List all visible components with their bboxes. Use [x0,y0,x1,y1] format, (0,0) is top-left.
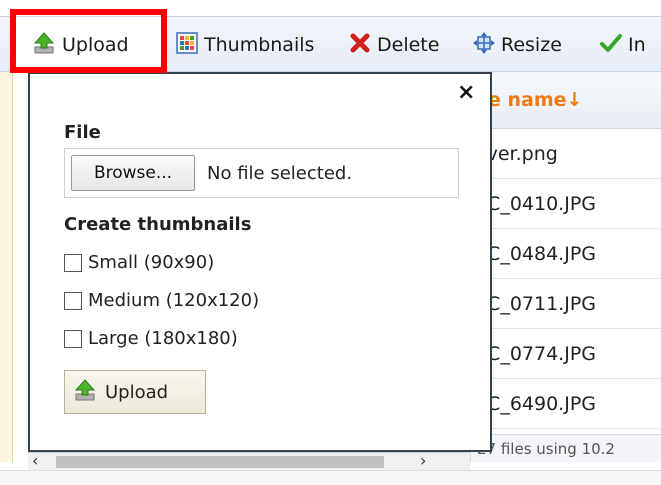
resize-icon [473,31,495,59]
small-thumbnail-option[interactable]: Small (90x90) [64,252,214,273]
large-label: Large (180x180) [88,328,238,349]
thumbnails-label: Thumbnails [204,34,315,56]
close-icon[interactable]: × [457,80,475,105]
delete-button[interactable]: Delete [349,17,439,73]
small-label: Small (90x90) [88,252,215,273]
insert-label: In [628,34,646,56]
medium-label: Medium (120x120) [88,290,260,311]
large-thumbnail-option[interactable]: Large (180x180) [64,328,238,349]
file-row[interactable]: SC_0711.JPG [471,279,661,329]
upload-button[interactable]: Upload [16,17,164,73]
no-file-text: No file selected. [207,162,353,184]
upload-arrow-icon [32,31,56,60]
delete-label: Delete [377,34,440,56]
file-row[interactable]: SC_6490.JPG [471,379,661,429]
insert-button[interactable]: In [600,17,646,73]
thumbnails-button[interactable]: Thumbnails [176,17,314,73]
popup-upload-button[interactable]: Upload [64,370,206,414]
horizontal-scrollbar[interactable]: ‹ › [28,451,470,471]
upload-popup: × File Browse... No file selected. Creat… [28,72,492,452]
medium-checkbox[interactable] [64,291,82,310]
file-list: ile name↓ over.png SC_0410.JPG SC_0484.J… [470,72,661,462]
popup-upload-label: Upload [105,381,169,403]
file-name-column-header[interactable]: ile name↓ [471,72,661,129]
browse-button[interactable]: Browse... [71,155,195,191]
checkmark-icon [600,32,622,59]
scroll-right-icon[interactable]: › [420,451,426,470]
file-row[interactable]: SC_0484.JPG [471,229,661,279]
resize-button[interactable]: Resize [473,17,562,73]
create-thumbnails-label: Create thumbnails [64,214,252,235]
left-panel-edge [0,72,13,462]
bottom-bar [0,470,661,485]
grid-icon [176,31,198,59]
medium-thumbnail-option[interactable]: Medium (120x120) [64,290,259,311]
toolbar: Upload Thumbnails Delete Resize In [0,16,661,73]
large-checkbox[interactable] [64,329,82,348]
x-icon [349,32,371,59]
file-count-status: 27 files using 10.2 [471,434,661,462]
file-row[interactable]: SC_0774.JPG [471,329,661,379]
upload-label: Upload [62,34,129,56]
resize-label: Resize [501,34,562,56]
upload-arrow-icon [73,378,97,407]
file-row[interactable]: SC_0410.JPG [471,179,661,229]
scrollbar-thumb[interactable] [56,456,384,468]
file-field[interactable]: Browse... No file selected. [64,148,459,198]
small-checkbox[interactable] [64,253,82,272]
file-row[interactable]: over.png [471,129,661,179]
scroll-left-icon[interactable]: ‹ [32,451,38,470]
file-label: File [64,122,101,143]
